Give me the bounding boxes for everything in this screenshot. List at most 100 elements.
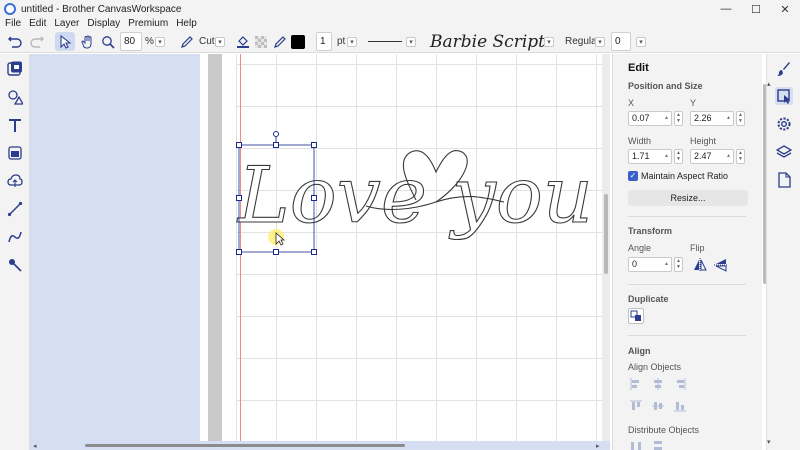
resize-handle[interactable] (311, 195, 317, 201)
distribute-horizontal-button[interactable] (628, 437, 644, 450)
resize-handle[interactable] (311, 249, 317, 255)
height-stepper[interactable]: ▲ ▼ (736, 149, 745, 164)
resize-button[interactable]: Resize... (628, 190, 748, 206)
cloud-tool[interactable] (6, 172, 24, 190)
text-icon (9, 119, 21, 132)
chevron-down-icon: ▾ (595, 36, 605, 47)
align-top-button[interactable] (628, 398, 644, 414)
edit-object-icon (777, 89, 790, 104)
redo-button[interactable] (28, 32, 46, 51)
undo-button[interactable] (6, 32, 24, 51)
angle-input[interactable]: 0 ▴ (628, 257, 672, 272)
tab-layers[interactable] (775, 143, 793, 161)
resize-handle[interactable] (236, 195, 242, 201)
distribute-vertical-button[interactable] (650, 437, 666, 450)
fill-tool-button[interactable] (234, 32, 252, 51)
panel-scroll-down-arrow-icon[interactable]: ▾ (767, 438, 771, 446)
app-window: untitled - Brother CanvasWorkspace — ☐ ✕… (0, 0, 800, 450)
line-width-dropdown[interactable]: ▾ (346, 32, 358, 51)
line-style-dropdown[interactable]: ▾ (405, 32, 417, 51)
app-logo-icon (4, 3, 16, 15)
menu-edit[interactable]: Edit (25, 18, 50, 30)
maximize-button[interactable]: ☐ (741, 0, 771, 18)
cut-mode-button[interactable] (178, 32, 196, 51)
caret-up-icon: ▴ (726, 115, 730, 121)
align-left-button[interactable] (628, 376, 644, 392)
maintain-aspect-label: Maintain Aspect Ratio (641, 171, 729, 181)
y-input[interactable]: 2.26 ▴ (690, 111, 734, 126)
letter-spacing-input[interactable]: 0 (611, 32, 631, 51)
x-value: 0.07 (632, 113, 650, 123)
chevron-down-icon: ▾ (406, 36, 416, 47)
zoom-tool-button[interactable] (99, 32, 117, 51)
scroll-left-arrow-icon[interactable]: ◂ (33, 442, 37, 450)
love-you-artwork[interactable]: Love you (236, 130, 606, 260)
line-color-button[interactable] (272, 32, 288, 51)
import-icon (8, 146, 22, 160)
menu-display[interactable]: Display (83, 18, 124, 30)
tab-settings[interactable] (775, 115, 793, 133)
align-center-button[interactable] (650, 376, 666, 392)
x-stepper[interactable]: ▲ ▼ (674, 111, 683, 126)
line-icon (7, 201, 23, 217)
font-style-dropdown[interactable]: ▾ (594, 32, 606, 51)
width-stepper[interactable]: ▲ ▼ (674, 149, 683, 164)
align-middle-button[interactable] (650, 398, 666, 414)
line-width-input[interactable]: 1 (316, 32, 332, 51)
align-bottom-button[interactable] (672, 398, 688, 414)
line-style-select[interactable] (366, 32, 404, 51)
width-input[interactable]: 1.71 ▴ (628, 149, 672, 164)
letter-spacing-dropdown[interactable]: ▾ (635, 32, 647, 51)
node-edit-tool[interactable] (6, 256, 24, 274)
height-input[interactable]: 2.47 ▴ (690, 149, 734, 164)
menu-file[interactable]: File (1, 18, 25, 30)
panel-scroll-up-arrow-icon[interactable]: ▴ (767, 80, 771, 88)
select-object-tool[interactable] (6, 60, 24, 78)
horizontal-scroll-thumb[interactable] (85, 444, 405, 447)
resize-handle[interactable] (236, 249, 242, 255)
canvas-vertical-scrollbar[interactable] (602, 54, 610, 441)
maintain-aspect-checkbox[interactable]: ✓ (628, 171, 638, 181)
flip-vertical-button[interactable] (713, 257, 729, 273)
zoom-input[interactable]: 80 (120, 32, 142, 51)
font-name-dropdown[interactable]: ▾ (543, 32, 555, 51)
import-tool[interactable] (6, 144, 24, 162)
distribute-vertical-icon (654, 441, 662, 450)
freehand-tool[interactable] (6, 228, 24, 246)
y-stepper[interactable]: ▲ ▼ (736, 111, 745, 126)
tab-page[interactable] (775, 171, 793, 189)
pan-tool-button[interactable] (78, 32, 96, 51)
menu-help[interactable]: Help (172, 18, 201, 30)
rotate-handle[interactable] (273, 131, 279, 137)
resize-handle[interactable] (273, 249, 279, 255)
close-button[interactable]: ✕ (770, 0, 800, 18)
flip-horizontal-button[interactable] (692, 257, 708, 273)
resize-handle[interactable] (311, 142, 317, 148)
y-value: 2.26 (694, 113, 712, 123)
canvas-horizontal-scrollbar[interactable]: ◂ ▸ (30, 441, 610, 450)
shapes-tool[interactable] (6, 88, 24, 106)
resize-handle[interactable] (273, 142, 279, 148)
select-tool-button[interactable] (55, 32, 75, 51)
tab-brush[interactable] (775, 60, 793, 78)
x-input[interactable]: 0.07 ▴ (628, 111, 672, 126)
zoom-dropdown[interactable]: ▾ (154, 32, 166, 51)
line-color-swatch[interactable] (290, 32, 306, 51)
left-toolbar (0, 54, 30, 450)
angle-stepper[interactable]: ▲ ▼ (674, 257, 683, 272)
menu-layer[interactable]: Layer (50, 18, 83, 30)
scroll-right-arrow-icon[interactable]: ▸ (596, 442, 600, 450)
cut-mode-dropdown[interactable]: ▾ (214, 32, 226, 51)
duplicate-button[interactable] (628, 308, 644, 324)
line-tool[interactable] (6, 200, 24, 218)
menu-premium[interactable]: Premium (124, 18, 172, 30)
vertical-scroll-thumb[interactable] (604, 194, 608, 274)
text-tool[interactable] (6, 116, 24, 134)
align-left-icon (630, 378, 639, 390)
no-fill-swatch[interactable] (254, 32, 268, 51)
minimize-button[interactable]: — (711, 0, 741, 18)
resize-handle[interactable] (236, 142, 242, 148)
tab-edit-object[interactable] (775, 87, 793, 105)
font-name-select[interactable]: Barbie Script (430, 32, 545, 52)
align-right-button[interactable] (672, 376, 688, 392)
